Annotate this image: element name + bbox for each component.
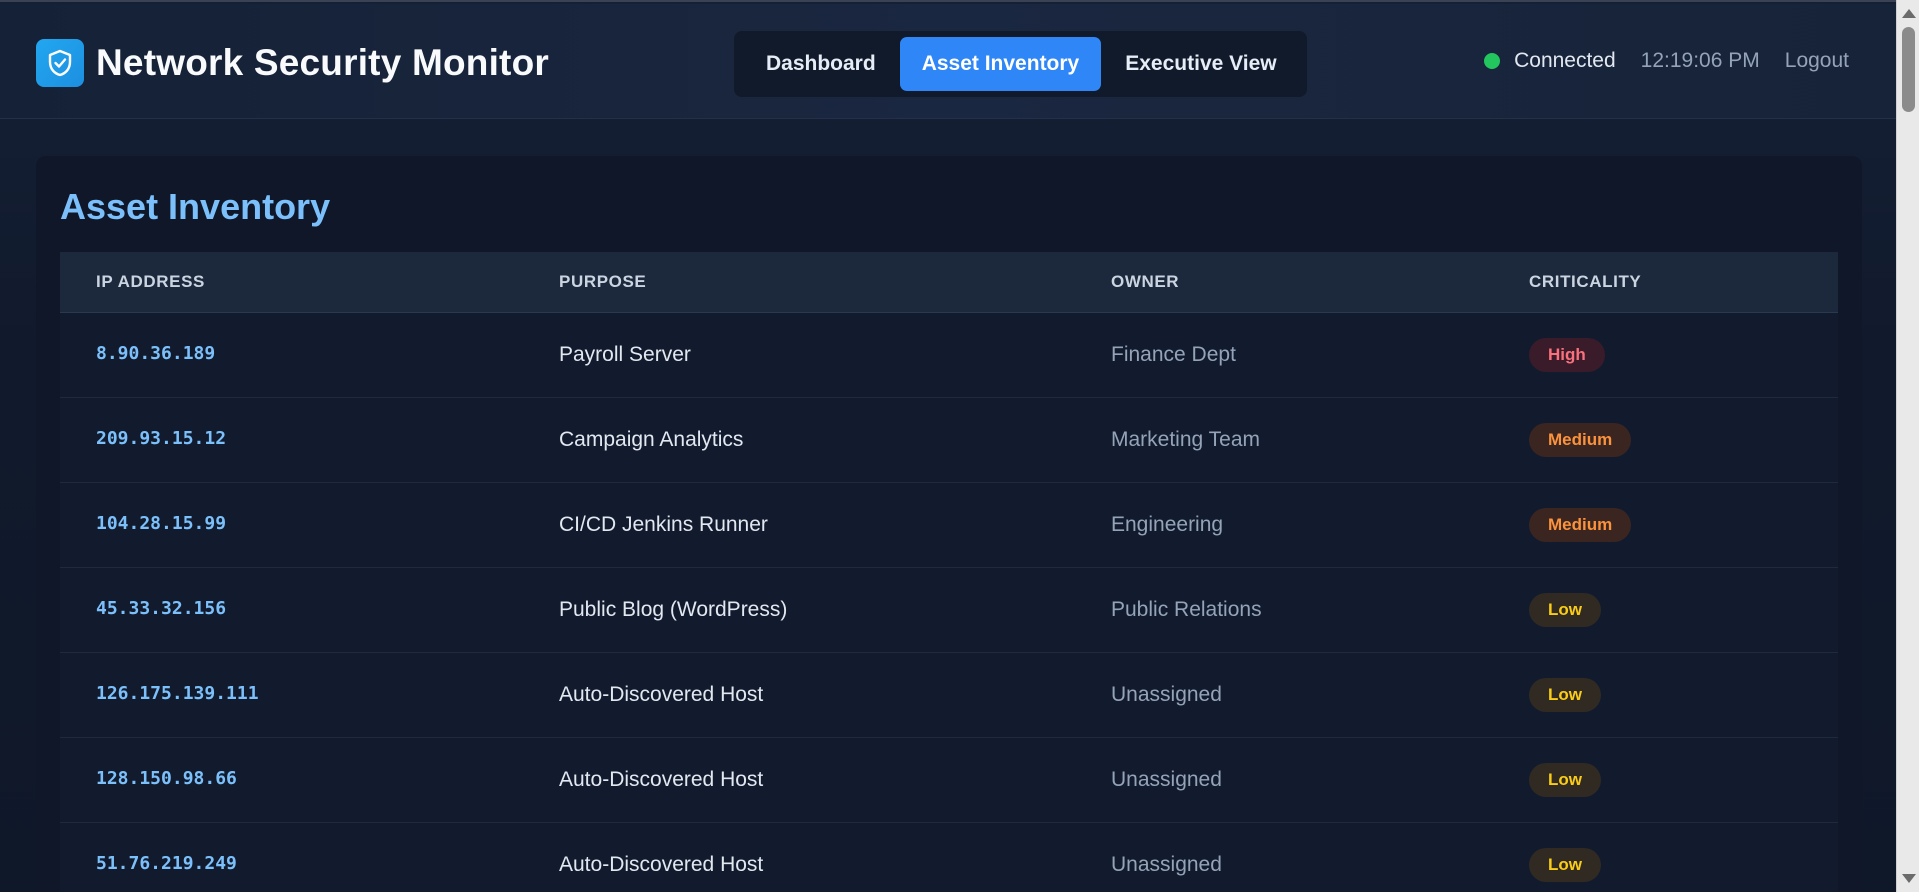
scroll-thumb[interactable]: [1902, 27, 1915, 112]
table-row[interactable]: 209.93.15.12 Campaign Analytics Marketin…: [60, 398, 1838, 483]
table-row[interactable]: 126.175.139.111 Auto-Discovered Host Una…: [60, 653, 1838, 738]
purpose: Campaign Analytics: [559, 428, 744, 451]
column-header-ip-address[interactable]: IP ADDRESS: [96, 272, 205, 292]
criticality-badge: High: [1529, 338, 1605, 372]
ip-address: 104.28.15.99: [96, 513, 227, 534]
vertical-scrollbar[interactable]: [1896, 0, 1919, 892]
criticality-badge: Low: [1529, 763, 1601, 797]
criticality-badge: Low: [1529, 678, 1601, 712]
main-nav: Dashboard Asset Inventory Executive View: [734, 31, 1307, 97]
owner: Unassigned: [1111, 768, 1222, 791]
connection-status-dot: [1484, 53, 1501, 69]
table-row[interactable]: 45.33.32.156 Public Blog (WordPress) Pub…: [60, 568, 1838, 653]
status-area: Connected 12:19:06 PM Logout: [1484, 49, 1849, 73]
ip-address: 209.93.15.12: [96, 428, 227, 449]
scroll-down-arrow-icon[interactable]: [1902, 874, 1916, 883]
owner: Finance Dept: [1111, 343, 1236, 366]
top-header: Network Security Monitor Dashboard Asset…: [0, 4, 1896, 119]
tab-executive-view[interactable]: Executive View: [1103, 37, 1298, 91]
purpose: Auto-Discovered Host: [559, 768, 764, 791]
tab-asset-inventory[interactable]: Asset Inventory: [899, 37, 1102, 91]
owner: Engineering: [1111, 513, 1224, 536]
table-row[interactable]: 128.150.98.66 Auto-Discovered Host Unass…: [60, 738, 1838, 823]
table-row[interactable]: 104.28.15.99 CI/CD Jenkins Runner Engine…: [60, 483, 1838, 568]
ip-address: 126.175.139.111: [96, 683, 259, 704]
ip-address: 8.90.36.189: [96, 343, 216, 364]
table-header: IP ADDRESS PURPOSE OWNER CRITICALITY: [60, 252, 1838, 313]
table-row[interactable]: 51.76.219.249 Auto-Discovered Host Unass…: [60, 823, 1838, 892]
ip-address: 51.76.219.249: [96, 853, 237, 874]
column-header-owner[interactable]: OWNER: [1111, 272, 1179, 292]
app-title: Network Security Monitor: [96, 42, 549, 83]
table-row[interactable]: 8.90.36.189 Payroll Server Finance Dept …: [60, 313, 1838, 398]
logout-link[interactable]: Logout: [1785, 49, 1849, 73]
owner: Public Relations: [1111, 598, 1262, 621]
purpose: Payroll Server: [559, 343, 691, 366]
column-header-purpose[interactable]: PURPOSE: [559, 272, 646, 292]
criticality-badge: Low: [1529, 593, 1601, 627]
clock: 12:19:06 PM: [1640, 49, 1760, 72]
owner: Unassigned: [1111, 683, 1222, 706]
purpose: Auto-Discovered Host: [559, 853, 764, 876]
purpose: Auto-Discovered Host: [559, 683, 764, 706]
asset-inventory-card: Asset Inventory IP ADDRESS PURPOSE OWNER…: [36, 156, 1862, 892]
asset-table: IP ADDRESS PURPOSE OWNER CRITICALITY 8.9…: [60, 252, 1838, 892]
brand: Network Security Monitor: [36, 39, 549, 87]
ip-address: 128.150.98.66: [96, 768, 237, 789]
purpose: CI/CD Jenkins Runner: [559, 513, 768, 536]
owner: Unassigned: [1111, 853, 1222, 876]
scroll-up-arrow-icon[interactable]: [1902, 9, 1916, 18]
criticality-badge: Medium: [1529, 508, 1632, 542]
shield-check-icon: [36, 39, 84, 87]
criticality-badge: Low: [1529, 848, 1601, 882]
ip-address: 45.33.32.156: [96, 598, 227, 619]
column-header-criticality[interactable]: CRITICALITY: [1529, 272, 1641, 292]
owner: Marketing Team: [1111, 428, 1261, 451]
tab-dashboard[interactable]: Dashboard: [744, 37, 898, 91]
connection-status-label: Connected: [1514, 49, 1616, 72]
app-window: Network Security Monitor Dashboard Asset…: [0, 0, 1896, 892]
page-title: Asset Inventory: [60, 186, 331, 227]
purpose: Public Blog (WordPress): [559, 598, 788, 621]
criticality-badge: Medium: [1529, 423, 1632, 457]
